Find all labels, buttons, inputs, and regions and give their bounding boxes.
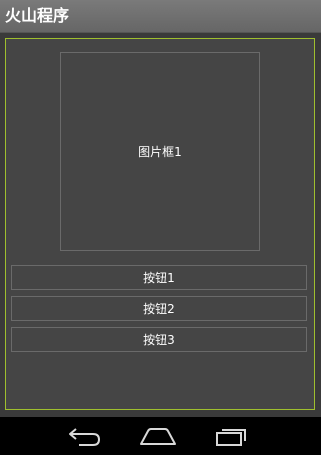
recent-apps-button[interactable] (201, 417, 261, 455)
button-1[interactable]: 按钮1 (11, 265, 307, 290)
button-2-label: 按钮2 (143, 302, 175, 316)
button-3-label: 按钮3 (143, 333, 175, 347)
recent-apps-icon (216, 429, 246, 446)
back-icon (69, 428, 101, 446)
back-button[interactable] (55, 417, 115, 455)
navigation-bar (0, 417, 321, 455)
main-panel: 图片框1 按钮1 按钮2 按钮3 (5, 38, 315, 410)
button-3[interactable]: 按钮3 (11, 327, 307, 352)
button-2[interactable]: 按钮2 (11, 296, 307, 321)
title-bar: 火山程序 (0, 0, 321, 33)
image-box-label: 图片框1 (138, 145, 182, 159)
content-area: 图片框1 按钮1 按钮2 按钮3 (0, 33, 321, 417)
home-icon (140, 428, 176, 445)
button-1-label: 按钮1 (143, 271, 175, 285)
app-title: 火山程序 (5, 6, 70, 25)
image-box[interactable]: 图片框1 (60, 52, 260, 251)
home-button[interactable] (128, 417, 188, 455)
